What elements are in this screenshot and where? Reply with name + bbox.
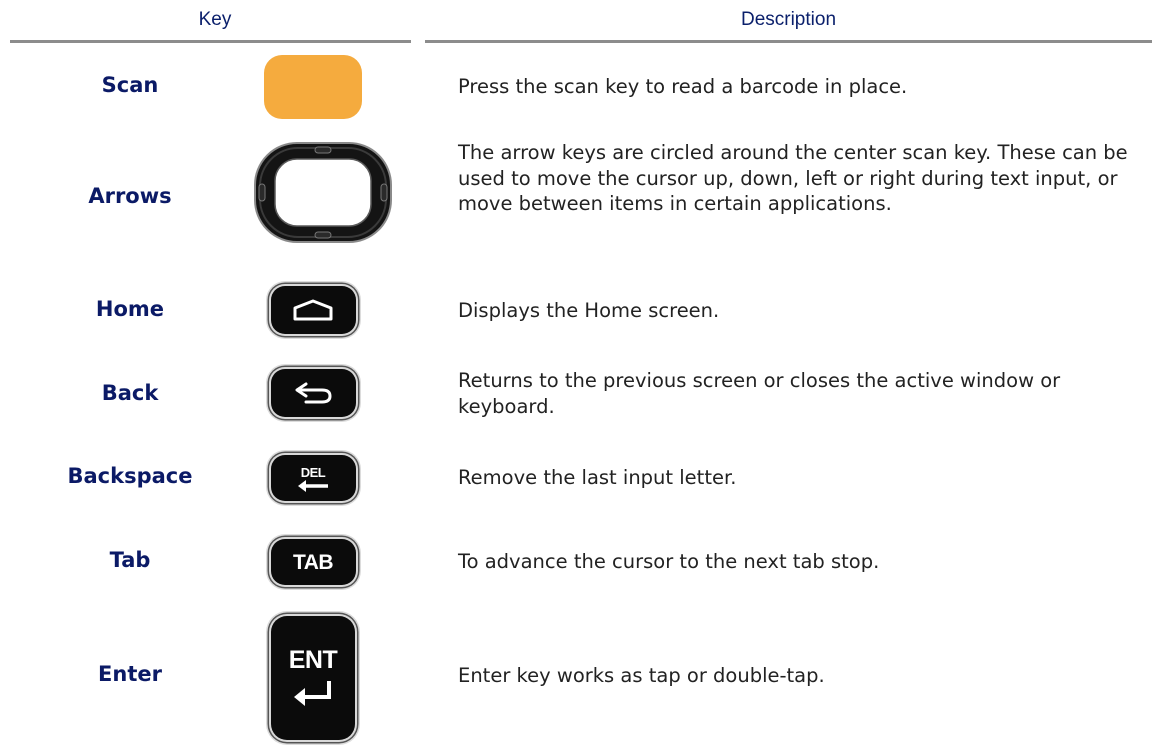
del-key-label: DEL: [300, 464, 326, 480]
home-icon: [270, 286, 356, 334]
header-rule-description: [425, 40, 1152, 43]
table-row: Arrows The arrow keys are circled around…: [0, 140, 1152, 245]
key-name: Enter: [98, 662, 162, 686]
back-arrow-icon: [270, 368, 356, 417]
key-name: Backspace: [67, 464, 193, 488]
key-description: Enter key works as tap or double-tap.: [458, 664, 825, 687]
header-rule-key: [10, 40, 411, 43]
key-name: Scan: [101, 73, 159, 97]
table-row: Home Displays the Home screen.: [0, 283, 1152, 337]
key-description: Press the scan key to read a barcode in …: [458, 75, 908, 98]
key-description: Returns to the previous screen or closes…: [458, 369, 1061, 418]
scan-key-icon: [264, 55, 362, 119]
table-row: Enter ENT Enter key works as tap or doub…: [0, 614, 1152, 742]
key-description: The arrow keys are circled around the ce…: [458, 141, 1128, 215]
table-row: Back Returns to the previous screen or c…: [0, 365, 1152, 420]
arrow-ring-icon: [252, 140, 394, 245]
column-header-key: Key: [198, 9, 232, 30]
tab-key-label: TAB: [292, 550, 334, 574]
key-description: To advance the cursor to the next tab st…: [458, 550, 880, 573]
key-description: Displays the Home screen.: [458, 299, 720, 322]
ent-key-label: ENT: [288, 645, 338, 674]
ent-key-icon: ENT: [271, 616, 355, 740]
column-header-description: Description: [740, 9, 837, 30]
del-key-icon: DEL: [270, 455, 356, 501]
key-name: Back: [101, 381, 159, 405]
key-name: Home: [95, 297, 165, 321]
table-row: Backspace DEL Remove the last input lett…: [0, 452, 1152, 504]
key-name: Arrows: [88, 184, 172, 208]
table-row: Scan Press the scan key to read a barcod…: [0, 55, 1152, 119]
key-description: Remove the last input letter.: [458, 466, 737, 489]
table-row: Tab TAB To advance the cursor to the nex…: [0, 536, 1152, 588]
key-name: Tab: [109, 548, 151, 572]
tab-key-icon: TAB: [270, 539, 356, 585]
